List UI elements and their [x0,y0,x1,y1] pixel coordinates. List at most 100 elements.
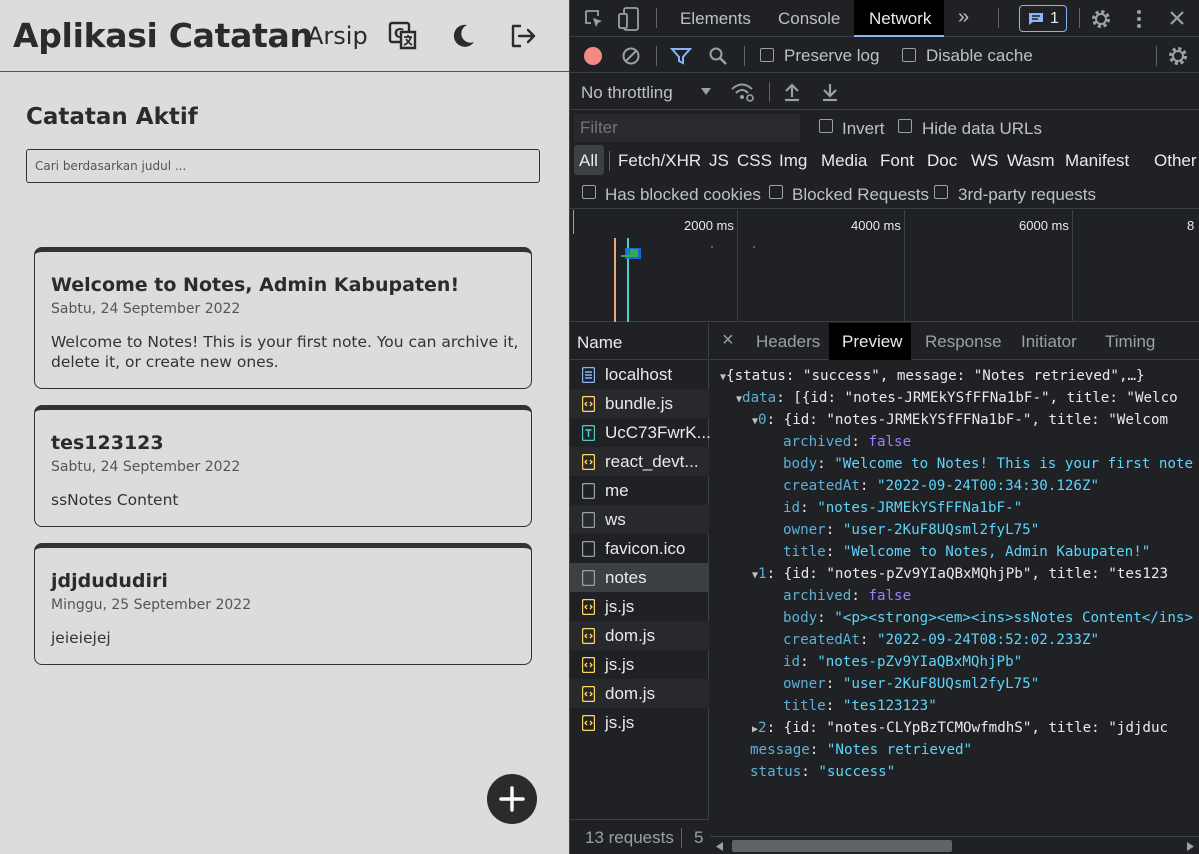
request-row[interactable]: favicon.ico [570,534,709,563]
add-note-button[interactable] [487,774,537,824]
tab-response[interactable]: Response [925,332,1002,352]
close-icon[interactable] [1168,9,1186,27]
clear-icon[interactable] [621,46,641,66]
gear-icon[interactable] [1090,8,1112,30]
throttle-toolbar: No throttling [570,74,1199,110]
request-row[interactable]: js.js [570,708,709,737]
type-filter-fetch-xhr[interactable]: Fetch/XHR [618,151,701,171]
record-icon[interactable] [584,47,602,65]
horizontal-scrollbar[interactable] [710,836,1199,854]
tab-preview-label: Preview [842,332,903,351]
type-filter-css[interactable]: CSS [737,151,772,171]
blocked-requests-checkbox[interactable] [769,185,783,199]
network-conditions-icon[interactable] [730,81,756,103]
network-overview-timeline[interactable]: 2000 ms 4000 ms 6000 ms 8 [570,210,1199,322]
hide-data-urls-label: Hide data URLs [922,119,1043,138]
scrollbar-thumb[interactable] [732,840,952,852]
json-item-2[interactable]: ▶2: {id: "notes-CLYpBzTCMOwfmdhS", title… [752,717,1168,739]
request-row[interactable]: notes [570,563,709,592]
archive-link[interactable]: Arsip [307,22,368,50]
tab-headers[interactable]: Headers [756,332,820,352]
json-root[interactable]: ▼{status: "success", message: "Notes ret… [720,365,1145,387]
request-name: bundle.js [605,394,674,413]
request-row[interactable]: ws [570,505,709,534]
disable-cache-checkbox[interactable] [902,48,916,62]
tab-network[interactable]: Network [854,0,944,37]
device-toolbar-icon[interactable] [617,6,641,32]
blocked-filters: Has blocked cookies Blocked Requests 3rd… [570,177,1199,209]
dark-mode-icon[interactable] [447,20,479,52]
request-row[interactable]: me [570,476,709,505]
tab-timing[interactable]: Timing [1105,332,1155,352]
note-title[interactable]: Welcome to Notes, Admin Kabupaten! [51,274,459,296]
throttling-select[interactable]: No throttling [581,83,673,103]
note-body: ssNotes Content [51,491,179,509]
note-card[interactable]: jdjdududiri Minggu, 25 September 2022 je… [34,543,532,665]
more-tabs-icon[interactable]: » [958,6,969,29]
filter-icon[interactable] [670,47,692,65]
request-row[interactable]: react_devt... [570,447,709,476]
import-har-icon[interactable] [782,81,802,103]
request-detail-panel: × Headers Preview Response Initiator Tim… [710,323,1199,854]
note-date: Sabtu, 24 September 2022 [51,301,241,317]
type-filter-wasm[interactable]: Wasm [1007,151,1055,171]
note-title[interactable]: jdjdududiri [51,570,168,592]
type-filter-media[interactable]: Media [821,151,867,171]
note-body: Welcome to Notes! This is your first not… [51,333,519,371]
request-row[interactable]: dom.js [570,621,709,650]
hide-data-urls-checkbox[interactable] [898,119,912,133]
issues-badge[interactable]: 1 [1019,5,1067,32]
xhr-file-icon [581,511,596,529]
font-file-icon [581,424,596,442]
note-title[interactable]: tes123123 [51,432,164,454]
json-item-1[interactable]: ▼1: {id: "notes-pZv9YIaQBxMQhjPb", title… [752,563,1168,585]
search-input[interactable] [26,149,540,183]
name-column-header[interactable]: Name [577,333,622,353]
kebab-menu-icon[interactable] [1131,8,1147,30]
note-body: jeieiejej [51,629,111,647]
request-row[interactable]: UcC73FwrK... [570,418,711,447]
tab-preview[interactable]: Preview [829,323,911,360]
preserve-log-checkbox[interactable] [760,48,774,62]
tab-initiator[interactable]: Initiator [1021,332,1077,352]
invert-checkbox[interactable] [819,119,833,133]
note-card[interactable]: Welcome to Notes, Admin Kabupaten! Sabtu… [34,247,532,389]
request-row[interactable]: bundle.js [570,389,709,418]
plus-icon [499,786,525,812]
inspect-element-icon[interactable] [583,8,605,30]
type-filter-ws[interactable]: WS [971,151,998,171]
json-preview: ▼{status: "success", message: "Notes ret… [710,361,1199,836]
json-item-0[interactable]: ▼0: {id: "notes-JRMEkYSfFFNa1bF-", title… [752,409,1168,431]
translate-icon[interactable]: G [387,20,419,52]
disable-cache-label: Disable cache [926,46,1033,65]
scroll-right-icon[interactable] [1186,842,1194,851]
third-party-requests-label: 3rd-party requests [958,185,1096,204]
has-blocked-cookies-checkbox[interactable] [582,185,596,199]
type-filter-manifest[interactable]: Manifest [1065,151,1129,171]
request-row[interactable]: js.js [570,592,709,621]
tab-network-label: Network [869,9,932,28]
scroll-left-icon[interactable] [716,842,724,851]
request-row[interactable]: localhost [570,360,709,389]
third-party-requests-checkbox[interactable] [934,185,948,199]
type-filter-other[interactable]: Other [1154,151,1197,171]
request-name: favicon.ico [605,539,686,558]
type-filter-js[interactable]: JS [709,151,729,171]
request-row[interactable]: js.js [570,650,709,679]
search-icon[interactable] [708,46,728,66]
note-card[interactable]: tes123123 Sabtu, 24 September 2022 ssNot… [34,405,532,527]
type-filter-font[interactable]: Font [880,151,914,171]
export-har-icon[interactable] [820,81,840,103]
type-filter-img[interactable]: Img [779,151,807,171]
request-row[interactable]: dom.js [570,679,709,708]
type-filter-doc[interactable]: Doc [927,151,957,171]
logout-icon[interactable] [507,20,539,52]
json-data-node[interactable]: ▼data: [{id: "notes-JRMEkYSfFFNa1bF-", t… [736,387,1178,409]
type-filter-all[interactable]: All [579,151,598,171]
request-name: dom.js [605,684,656,703]
tab-console[interactable]: Console [778,9,840,29]
close-detail-icon[interactable]: × [722,329,734,352]
network-settings-gear-icon[interactable] [1167,45,1189,67]
tab-elements[interactable]: Elements [680,9,751,29]
filter-input[interactable] [574,114,800,142]
